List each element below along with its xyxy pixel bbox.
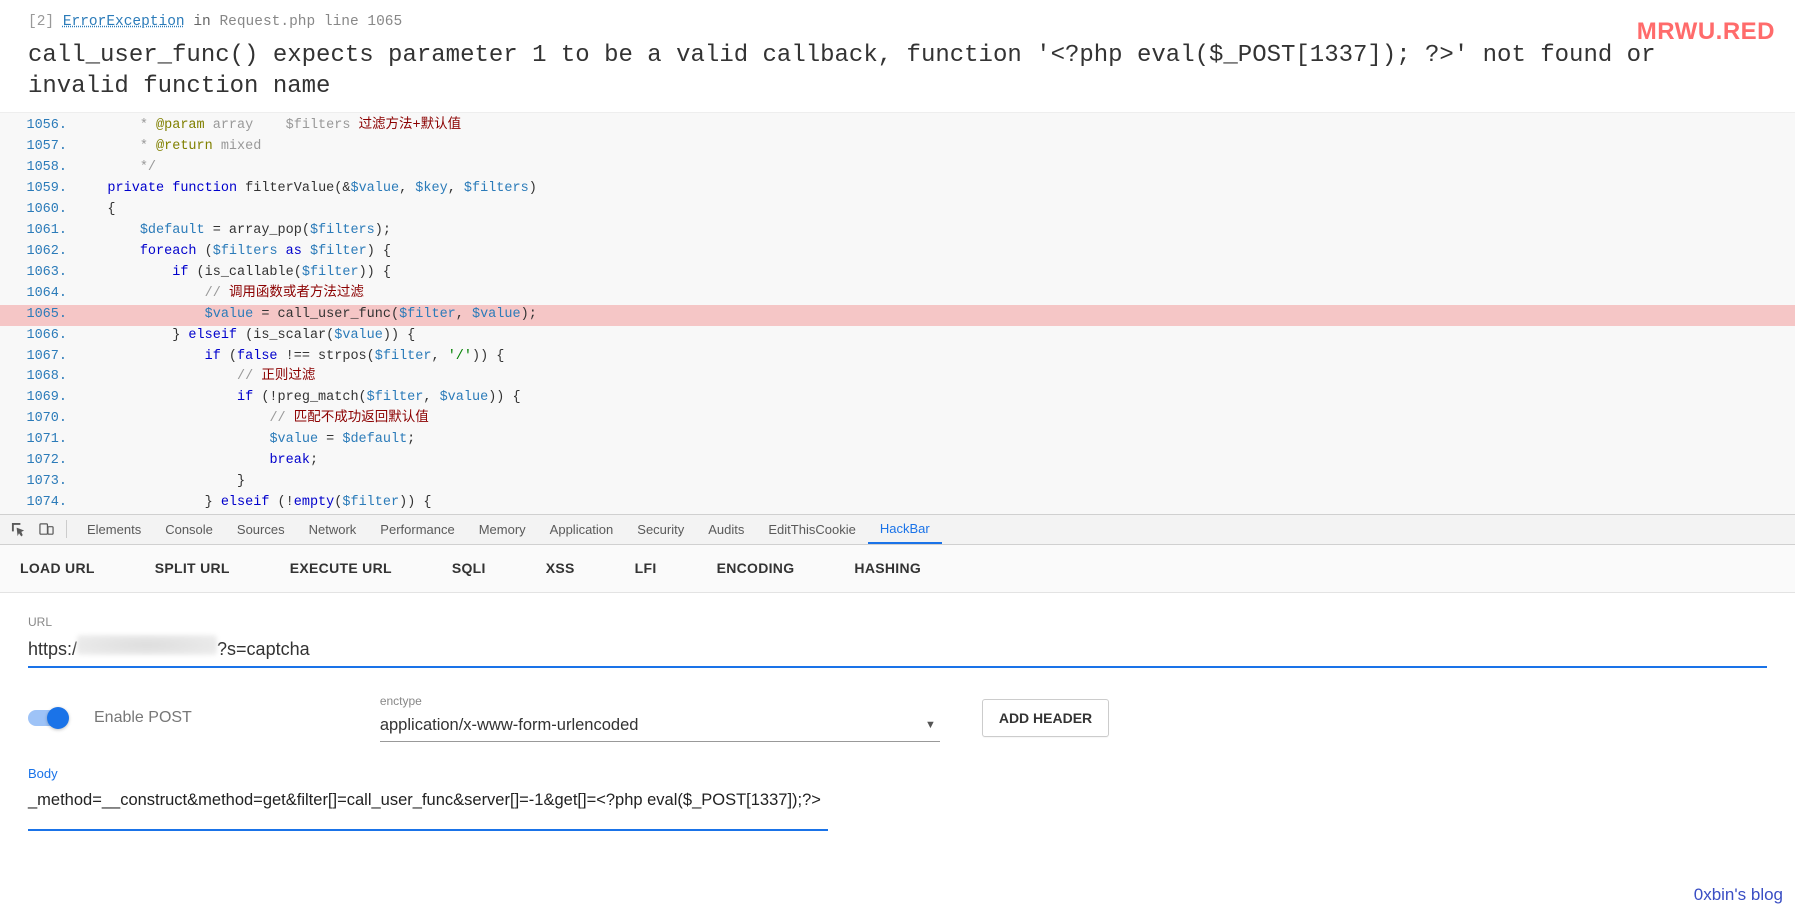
chevron-down-icon: ▼ [925,719,936,731]
code-line: 1059. private function filterValue(&$val… [0,179,1795,200]
url-suffix: ?s=captcha [217,639,310,660]
body-label: Body [28,766,1767,781]
enctype-value: application/x-www-form-urlencoded [380,716,639,735]
tab-security[interactable]: Security [625,514,696,544]
device-icon[interactable] [34,517,58,541]
hb-execute-url[interactable]: EXECUTE URL [290,560,392,576]
code-line: 1062. foreach ($filters as $filter) { [0,242,1795,263]
add-header-button[interactable]: ADD HEADER [982,699,1109,737]
sep [66,520,67,538]
exc-name-link[interactable]: ErrorException [63,14,185,30]
hb-lfi[interactable]: LFI [635,560,657,576]
devtools-tabbar: ElementsConsoleSourcesNetworkPerformance… [0,515,1795,545]
exception-message: call_user_func() expects parameter 1 to … [28,40,1767,102]
source-code: 1056. * @param array $filters 过滤方法+默认值10… [0,112,1795,514]
url-input[interactable]: https:/ ?s=captcha [28,635,1767,668]
inspect-icon[interactable] [6,517,30,541]
code-line: 1061. $default = array_pop($filters); [0,221,1795,242]
url-redacted [77,635,217,655]
exception-crumb: [2] ErrorException in Request.php line 1… [28,14,1767,30]
tab-elements[interactable]: Elements [75,514,153,544]
code-line: 1057. * @return mixed [0,137,1795,158]
hb-encoding[interactable]: ENCODING [717,560,795,576]
tab-console[interactable]: Console [153,514,225,544]
code-line: 1065. $value = call_user_func($filter, $… [0,305,1795,326]
code-line: 1069. if (!preg_match($filter, $value)) … [0,388,1795,409]
code-line: 1066. } elseif (is_scalar($value)) { [0,326,1795,347]
enable-post-label: Enable POST [94,709,192,727]
exc-index: [2] [28,14,54,30]
credit: 0xbin's blog [1694,885,1783,905]
code-line: 1067. if (false !== strpos($filter, '/')… [0,347,1795,368]
watermark: MRWU.RED [1637,18,1775,46]
url-label: URL [28,615,1767,629]
exc-file: Request.php line 1065 [219,14,402,30]
tab-audits[interactable]: Audits [696,514,756,544]
hb-sqli[interactable]: SQLI [452,560,486,576]
tab-network[interactable]: Network [297,514,369,544]
code-line: 1073. } [0,472,1795,493]
exc-in: in [193,14,210,30]
code-line: 1060. { [0,200,1795,221]
code-line: 1072. break; [0,451,1795,472]
enable-post-toggle[interactable] [28,710,66,726]
code-line: 1074. } elseif (!empty($filter)) { [0,493,1795,514]
hb-hashing[interactable]: HASHING [854,560,921,576]
code-line: 1070. // 匹配不成功返回默认值 [0,409,1795,430]
tab-sources[interactable]: Sources [225,514,297,544]
tab-performance[interactable]: Performance [368,514,466,544]
hb-split-url[interactable]: SPLIT URL [155,560,230,576]
tab-editthiscookie[interactable]: EditThisCookie [756,514,867,544]
url-prefix: https:/ [28,639,77,660]
hackbar-toolbar: LOAD URL SPLIT URL EXECUTE URL SQLI XSS LFI EN… [0,545,1795,593]
hb-load-url[interactable]: LOAD URL [20,560,95,576]
code-line: 1063. if (is_callable($filter)) { [0,263,1795,284]
code-line: 1071. $value = $default; [0,430,1795,451]
tab-application[interactable]: Application [538,514,626,544]
tab-memory[interactable]: Memory [467,514,538,544]
code-line: 1058. */ [0,158,1795,179]
code-line: 1068. // 正则过滤 [0,367,1795,388]
body-input[interactable]: _method=__construct&method=get&filter[]=… [28,785,828,831]
enctype-label: enctype [380,694,940,708]
code-line: 1064. // 调用函数或者方法过滤 [0,284,1795,305]
enctype-select[interactable]: application/x-www-form-urlencoded ▼ [380,710,940,742]
tab-hackbar[interactable]: HackBar [868,514,942,544]
code-line: 1056. * @param array $filters 过滤方法+默认值 [0,116,1795,137]
hb-xss[interactable]: XSS [546,560,575,576]
